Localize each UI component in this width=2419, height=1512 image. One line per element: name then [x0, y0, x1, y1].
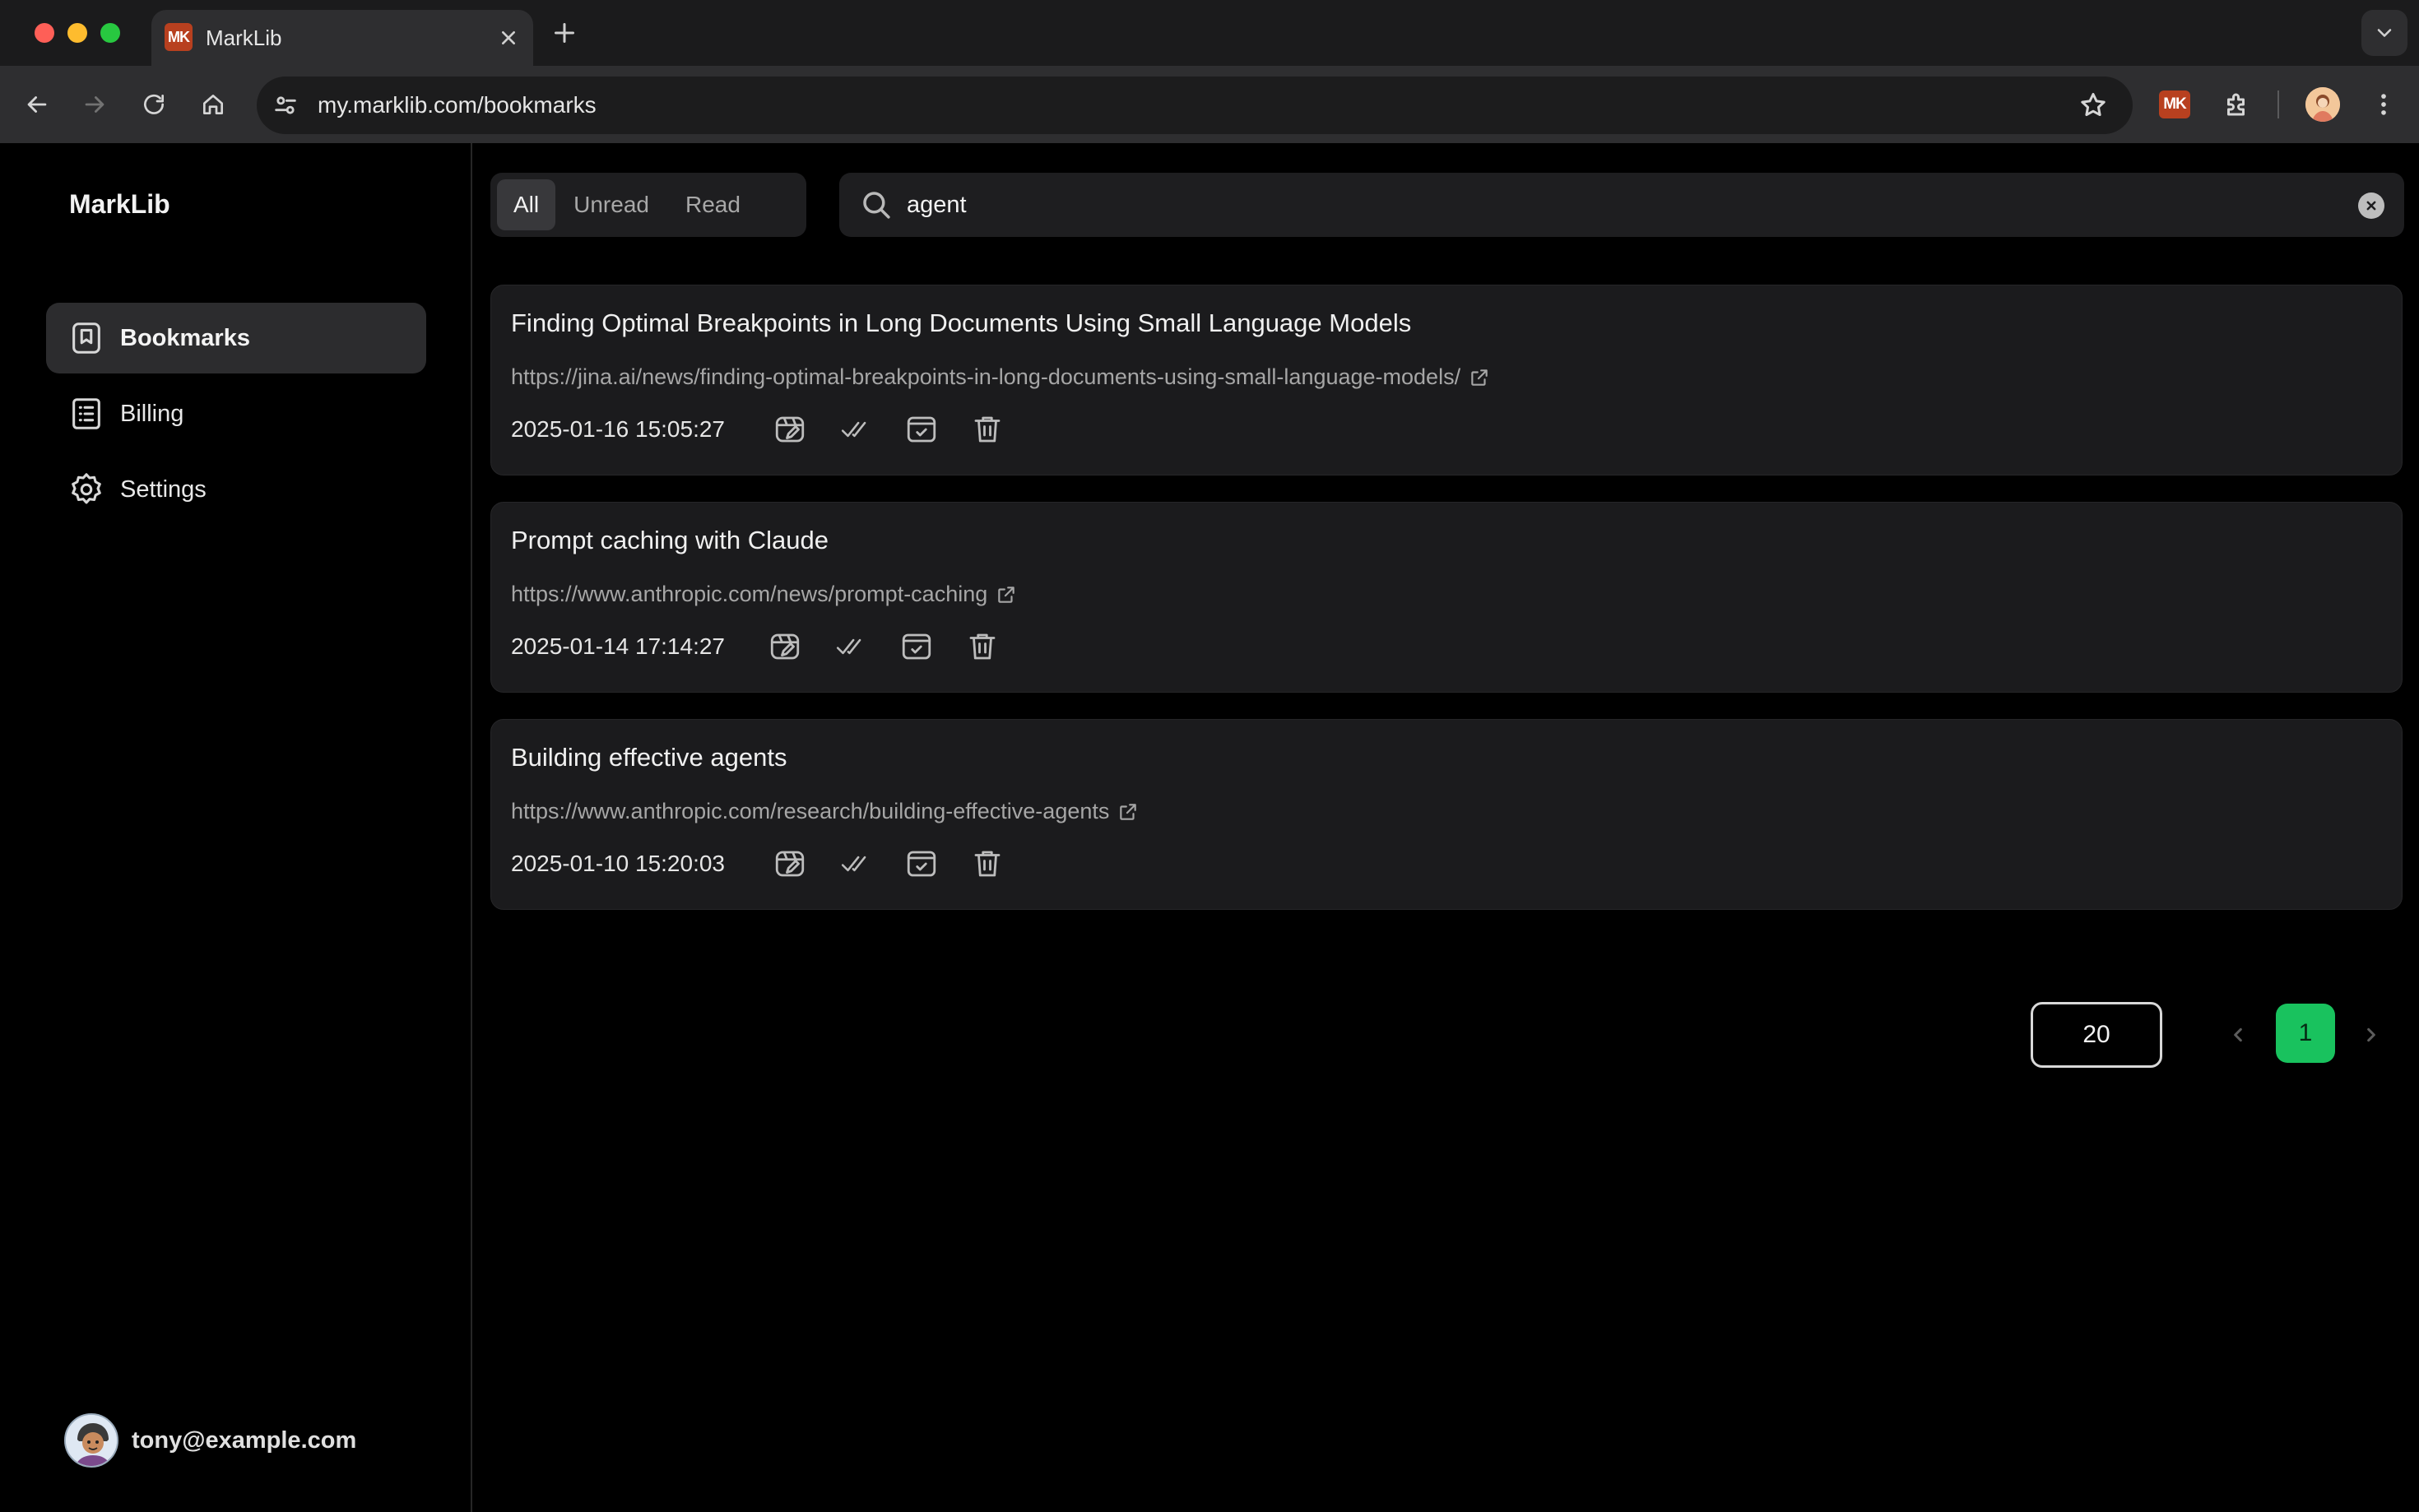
mark-read-check-icon[interactable] — [835, 409, 876, 450]
search-input[interactable] — [907, 173, 2322, 237]
filter-all-tab[interactable]: All — [497, 179, 556, 230]
bookmark-meta: 2025-01-16 15:05:27 — [511, 409, 1033, 450]
reload-icon[interactable] — [133, 84, 174, 125]
read-status-filter: All Unread Read — [490, 173, 806, 237]
external-link-icon[interactable] — [1117, 801, 1139, 823]
chevron-right-icon[interactable] — [2355, 1018, 2388, 1051]
bookmark-date: 2025-01-16 15:05:27 — [511, 416, 725, 442]
bookmark-title: Finding Optimal Breakpoints in Long Docu… — [511, 308, 1412, 337]
forward-arrow-icon[interactable] — [74, 84, 115, 125]
address-url[interactable]: my.marklib.com/bookmarks — [318, 77, 597, 134]
sidebar-item-label: Billing — [120, 400, 184, 427]
new-tab-icon[interactable] — [550, 18, 579, 48]
bookmark-date: 2025-01-14 17:14:27 — [511, 633, 725, 659]
search-icon — [859, 188, 894, 222]
tab-strip: MK MarkLib — [0, 0, 2419, 66]
page-size-select[interactable]: 20 — [2031, 1002, 2162, 1068]
site-settings-icon[interactable] — [272, 91, 299, 119]
sidebar-item-settings[interactable]: Settings — [46, 454, 426, 525]
bookmark-link[interactable]: https://www.anthropic.com/research/build… — [511, 799, 1139, 824]
bookmark-url[interactable]: https://www.anthropic.com/news/prompt-ca… — [511, 582, 987, 607]
bookmark-title: Prompt caching with Claude — [511, 526, 829, 554]
page-button-current[interactable]: 1 — [2276, 1004, 2335, 1063]
browser-chrome: MK MarkLib my.marklib.com/bookmarks MK — [0, 0, 2419, 143]
mark-read-check-icon[interactable] — [835, 843, 876, 884]
edit-note-icon[interactable] — [769, 843, 810, 884]
extensions-puzzle-icon[interactable] — [2217, 84, 2258, 125]
bookmark-star-icon[interactable] — [2078, 90, 2108, 120]
trash-icon[interactable] — [967, 843, 1008, 884]
bookmark-card: Building effective agents https://www.an… — [490, 719, 2403, 910]
archive-box-icon[interactable] — [896, 626, 937, 667]
toolbar-divider — [2277, 90, 2279, 118]
marklib-favicon-icon: MK — [165, 23, 193, 51]
gear-icon — [67, 471, 105, 508]
archive-box-icon[interactable] — [901, 843, 942, 884]
maximize-window-button[interactable] — [100, 23, 120, 43]
sidebar-item-label: Bookmarks — [120, 324, 250, 351]
archive-box-icon[interactable] — [901, 409, 942, 450]
sidebar-item-bookmarks[interactable]: Bookmarks — [46, 303, 426, 373]
search-bar — [839, 173, 2404, 237]
sidebar-item-label: Settings — [120, 475, 207, 503]
edit-note-icon[interactable] — [764, 626, 806, 667]
home-icon[interactable] — [193, 84, 234, 125]
clear-search-icon[interactable] — [2358, 192, 2384, 219]
browser-tab[interactable]: MK MarkLib — [151, 10, 533, 66]
close-window-button[interactable] — [35, 23, 54, 43]
minimize-window-button[interactable] — [67, 23, 87, 43]
mark-read-check-icon[interactable] — [830, 626, 871, 667]
back-arrow-icon[interactable] — [16, 84, 58, 125]
marklib-extension-icon[interactable]: MK — [2159, 90, 2190, 118]
profile-avatar[interactable] — [2305, 87, 2340, 122]
external-link-icon[interactable] — [1469, 367, 1490, 388]
trash-icon[interactable] — [967, 409, 1008, 450]
bookmark-title: Building effective agents — [511, 743, 787, 772]
bookmark-link[interactable]: https://www.anthropic.com/news/prompt-ca… — [511, 582, 1017, 607]
filter-unread-tab[interactable]: Unread — [555, 179, 667, 230]
tab-search-chevron-icon[interactable] — [2361, 10, 2407, 56]
sidebar: MarkLib Bookmarks Billing Settings tony@… — [0, 143, 472, 1512]
trash-icon[interactable] — [962, 626, 1003, 667]
user-email: tony@example.com — [132, 1426, 357, 1454]
bookmark-date: 2025-01-10 15:20:03 — [511, 851, 725, 876]
bookmark-card: Prompt caching with Claude https://www.a… — [490, 502, 2403, 693]
close-tab-icon[interactable] — [495, 25, 522, 51]
brand-logo-text[interactable]: MarkLib — [69, 189, 170, 220]
bookmark-meta: 2025-01-10 15:20:03 — [511, 843, 1033, 884]
main-content: All Unread Read Finding Optimal Breakpoi… — [474, 143, 2419, 1512]
address-bar[interactable]: my.marklib.com/bookmarks — [257, 77, 2133, 134]
sidebar-item-billing[interactable]: Billing — [46, 378, 426, 449]
bookmark-meta: 2025-01-14 17:14:27 — [511, 626, 1028, 667]
edit-note-icon[interactable] — [769, 409, 810, 450]
filter-read-tab[interactable]: Read — [667, 179, 759, 230]
user-account[interactable]: tony@example.com — [64, 1413, 356, 1468]
avatar[interactable] — [64, 1413, 118, 1468]
bookmark-icon — [67, 319, 105, 357]
bookmark-url[interactable]: https://jina.ai/news/finding-optimal-bre… — [511, 364, 1460, 390]
chevron-left-icon[interactable] — [2222, 1018, 2254, 1051]
bookmark-card: Finding Optimal Breakpoints in Long Docu… — [490, 285, 2403, 475]
bookmark-link[interactable]: https://jina.ai/news/finding-optimal-bre… — [511, 364, 1490, 390]
external-link-icon[interactable] — [996, 584, 1017, 605]
receipt-icon — [67, 395, 105, 433]
browser-toolbar: my.marklib.com/bookmarks — [0, 66, 2419, 143]
browser-menu-icon[interactable] — [2363, 84, 2404, 125]
bookmark-url[interactable]: https://www.anthropic.com/research/build… — [511, 799, 1109, 824]
tab-title: MarkLib — [206, 26, 282, 50]
